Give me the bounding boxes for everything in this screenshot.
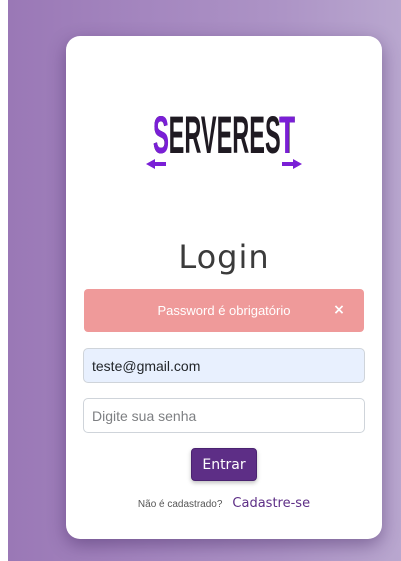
error-alert: Password é obrigatório × bbox=[84, 289, 364, 332]
svg-text:SERVEREST: SERVEREST bbox=[153, 108, 295, 165]
email-input[interactable] bbox=[83, 348, 365, 383]
page-title: Login bbox=[178, 238, 270, 276]
signup-question: Não é cadastrado? bbox=[137, 499, 223, 510]
password-input[interactable] bbox=[83, 398, 365, 433]
login-card: SERVEREST S T Login Password é obrigatór… bbox=[66, 36, 382, 539]
svg-text:T: T bbox=[279, 108, 295, 165]
alert-message: Password é obrigatório bbox=[157, 303, 291, 318]
close-icon[interactable]: × bbox=[332, 301, 346, 319]
serverest-logo: SERVEREST S T bbox=[146, 108, 302, 169]
svg-text:S: S bbox=[153, 108, 169, 165]
signup-row: Não é cadastrado? Cadastre-se bbox=[66, 494, 382, 512]
login-button[interactable]: Entrar bbox=[191, 448, 257, 481]
signup-link[interactable]: Cadastre-se bbox=[232, 496, 310, 511]
